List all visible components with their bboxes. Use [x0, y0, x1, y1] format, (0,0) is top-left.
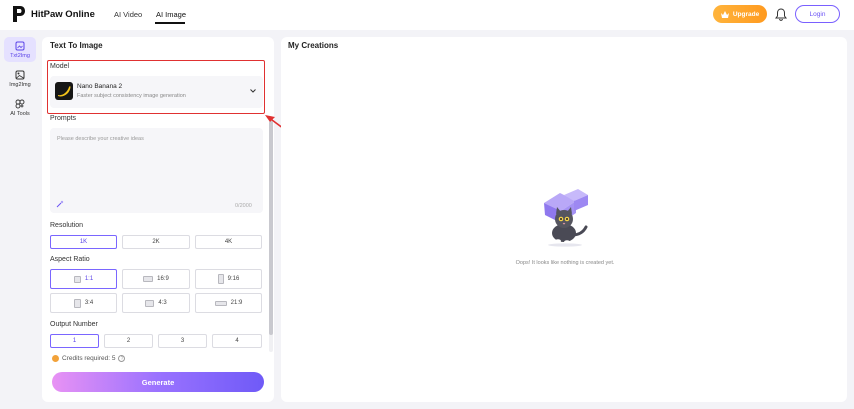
aspect-4-3-button[interactable]: 4:3 [122, 293, 190, 313]
aspect-21-9-button[interactable]: 21:9 [195, 293, 262, 313]
aspect-3-4-button[interactable]: 3:4 [50, 293, 117, 313]
aspect-ratio-label: Aspect Ratio [50, 256, 90, 263]
login-button[interactable]: Login [795, 5, 840, 23]
sidebar-item-label: Txt2Img [10, 53, 30, 59]
coin-icon [52, 355, 59, 362]
chevron-down-icon[interactable] [250, 89, 256, 93]
output-4-button[interactable]: 4 [212, 334, 262, 348]
crown-icon [720, 10, 729, 18]
sidebar-item-ai-tools[interactable]: AI Tools [4, 95, 36, 120]
aspect-label: 16:9 [157, 276, 169, 282]
model-label: Model [50, 63, 70, 70]
ratio-tall-icon [217, 274, 224, 284]
creations-title: My Creations [288, 41, 339, 50]
model-thumbnail [55, 82, 73, 100]
help-icon[interactable]: ? [118, 355, 126, 362]
output-2-button[interactable]: 2 [104, 334, 153, 348]
image-icon [15, 70, 25, 80]
resolution-2k-button[interactable]: 2K [122, 235, 190, 249]
aspect-label: 1:1 [84, 276, 94, 282]
sidebar-item-label: AI Tools [10, 111, 30, 117]
brand-name[interactable]: HitPaw Online [31, 9, 95, 20]
tools-icon [15, 99, 25, 109]
bell-icon[interactable] [775, 8, 787, 21]
scrollbar-thumb[interactable] [269, 121, 273, 335]
prompts-label: Prompts [50, 115, 77, 122]
panel-title: Text To Image [50, 41, 103, 50]
aspect-label: 3:4 [84, 300, 94, 306]
upgrade-label: Upgrade [732, 10, 760, 18]
aspect-label: 4:3 [158, 300, 167, 306]
aspect-label: 21:9 [230, 300, 243, 306]
output-3-button[interactable]: 3 [158, 334, 207, 348]
credits-text: Credits required: 5 [62, 355, 116, 362]
empty-state-message: Oops! It looks like nothing is created y… [515, 260, 615, 266]
sidebar-item-label: Img2Img [9, 82, 31, 88]
ratio-wide-icon [143, 276, 154, 282]
resolution-1k-button[interactable]: 1K [50, 235, 117, 249]
resolution-4k-button[interactable]: 4K [195, 235, 262, 249]
prompt-placeholder: Please describe your creative ideas [57, 136, 144, 142]
ratio-portrait-icon [73, 298, 81, 308]
aspect-9-16-button[interactable]: 9:16 [195, 269, 262, 289]
nav-active-indicator [155, 22, 185, 24]
model-name: Nano Banana 2 [77, 83, 123, 90]
generate-button[interactable]: Generate [52, 372, 264, 392]
output-1-button[interactable]: 1 [50, 334, 99, 348]
model-description: Faster subject consistency image generat… [77, 93, 186, 99]
magic-wand-icon[interactable] [56, 200, 64, 208]
ratio-landscape-icon [145, 299, 155, 307]
aspect-16-9-button[interactable]: 16:9 [122, 269, 190, 289]
resolution-label: Resolution [50, 222, 84, 229]
nav-ai-video[interactable]: AI Video [114, 10, 142, 19]
upgrade-button[interactable]: Upgrade [713, 5, 767, 23]
model-select[interactable] [50, 76, 263, 108]
banana-icon [58, 86, 71, 97]
hitpaw-logo-icon[interactable] [12, 5, 26, 23]
sidebar-item-txt2img[interactable]: Txt2Img [4, 37, 36, 62]
sidebar-item-img2img[interactable]: Img2Img [4, 66, 36, 91]
output-number-label: Output Number [50, 321, 98, 328]
empty-state-cat-illustration [544, 189, 588, 247]
prompt-char-counter: 0/2000 [235, 203, 252, 209]
credits-info: Credits required: 5 ? [52, 355, 126, 362]
aspect-1-1-button[interactable]: 1:1 [50, 269, 117, 289]
image-text-icon [15, 41, 25, 51]
ratio-ultrawide-icon [214, 300, 227, 306]
nav-ai-image[interactable]: AI Image [156, 10, 186, 19]
ratio-square-icon [73, 275, 81, 283]
aspect-label: 9:16 [227, 276, 240, 282]
